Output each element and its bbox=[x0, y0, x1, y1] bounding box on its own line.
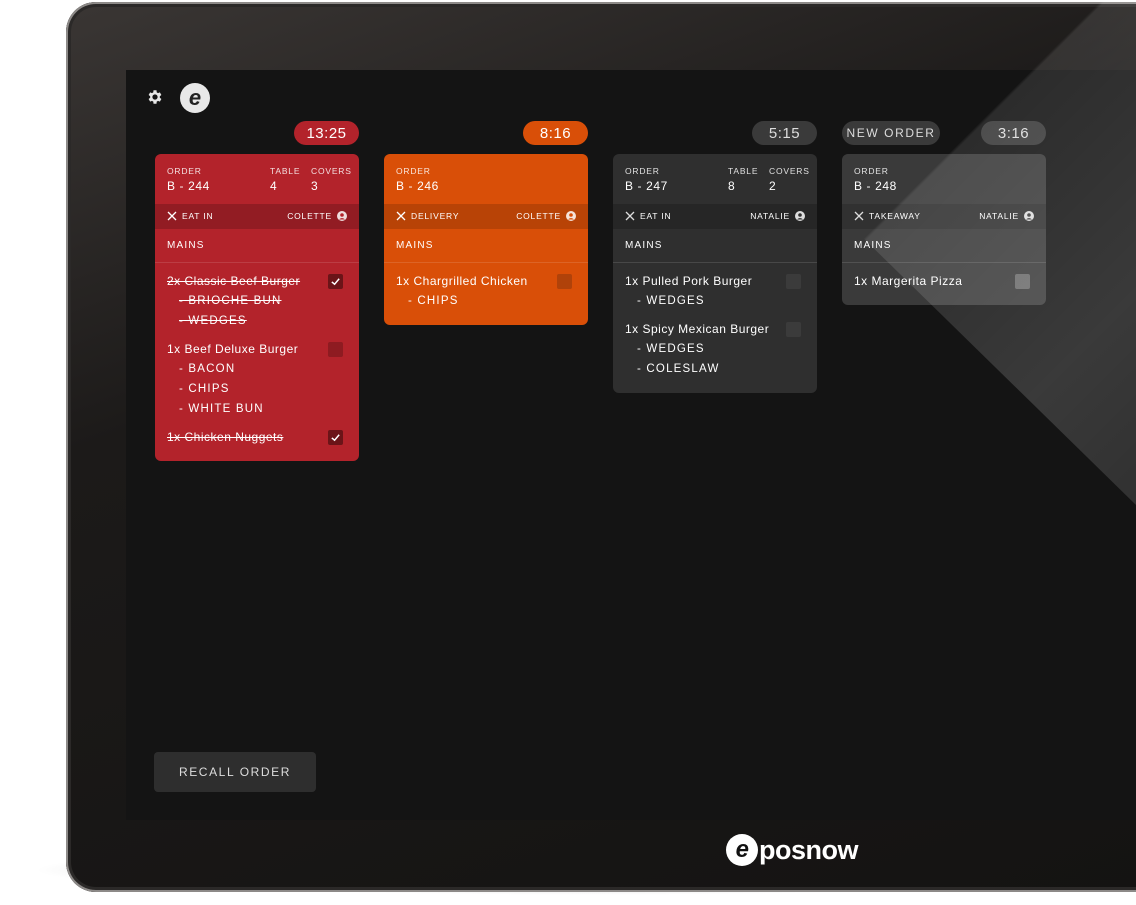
course-section: MAINS bbox=[155, 229, 359, 263]
item-modifier: - WEDGES bbox=[637, 343, 705, 355]
course-section: MAINS bbox=[613, 229, 817, 263]
item-checkbox[interactable] bbox=[786, 322, 801, 337]
item-modifier: - COLESLAW bbox=[637, 363, 720, 375]
table-number: 4 bbox=[270, 179, 278, 193]
eposnow-brand-logo: e posnow bbox=[726, 832, 859, 868]
gear-icon[interactable] bbox=[146, 88, 164, 106]
order-card-header: ORDER B - 248 bbox=[842, 154, 1046, 204]
course-section: MAINS bbox=[384, 229, 588, 263]
recall-order-button[interactable]: RECALL ORDER bbox=[154, 752, 316, 792]
item-modifier: - CHIPS bbox=[179, 383, 230, 395]
brand-e-circle: e bbox=[726, 834, 758, 866]
server-name: COLETTE bbox=[287, 211, 332, 221]
order-number: B - 247 bbox=[625, 179, 668, 193]
item-modifier: - WHITE BUN bbox=[179, 403, 264, 415]
item-name: 1x Chicken Nuggets bbox=[167, 430, 284, 444]
item-modifier: - WEDGES bbox=[179, 315, 247, 327]
covers-count: 2 bbox=[769, 179, 777, 193]
order-card[interactable]: ORDER B - 244 TABLE 4 COVERS 3 EAT IN CO… bbox=[155, 154, 359, 461]
server-name: COLETTE bbox=[516, 211, 561, 221]
order-type: EAT IN bbox=[640, 211, 672, 221]
order-timer: 13:25 bbox=[294, 121, 359, 145]
order-item[interactable]: 1x Pulled Pork Burger - WEDGES bbox=[625, 271, 805, 311]
table-label: TABLE bbox=[728, 166, 759, 176]
item-modifier: - WEDGES bbox=[637, 295, 705, 307]
order-card-header: ORDER B - 247 TABLE 8 COVERS 2 bbox=[613, 154, 817, 204]
logo-badge-letter: e bbox=[188, 85, 202, 110]
table-number: 8 bbox=[728, 179, 736, 193]
order-label: ORDER bbox=[854, 166, 889, 176]
order-type: DELIVERY bbox=[411, 211, 460, 221]
order-item[interactable]: 1x Spicy Mexican Burger - WEDGES - COLES… bbox=[625, 319, 805, 379]
order-card-header: ORDER B - 246 bbox=[384, 154, 588, 204]
brand-wordmark: posnow bbox=[759, 834, 859, 865]
item-name: 1x Pulled Pork Burger bbox=[625, 274, 753, 288]
item-modifier: - CHIPS bbox=[408, 295, 459, 307]
item-name: 2x Classic Beef Burger bbox=[167, 274, 301, 288]
order-card[interactable]: ORDER B - 246 DELIVERY COLETTE MAINS 1x … bbox=[384, 154, 588, 325]
order-timer: 8:16 bbox=[523, 121, 588, 145]
order-label: ORDER bbox=[625, 166, 660, 176]
server-name: NATALIE bbox=[979, 211, 1019, 221]
order-item[interactable]: 1x Chargrilled Chicken - CHIPS bbox=[396, 271, 576, 311]
order-number: B - 248 bbox=[854, 179, 897, 193]
check-icon bbox=[331, 434, 340, 442]
cutlery-icon bbox=[854, 211, 864, 221]
item-checkbox[interactable] bbox=[1015, 274, 1030, 289]
table-label: TABLE bbox=[270, 166, 301, 176]
cutlery-icon bbox=[625, 211, 635, 221]
order-number: B - 244 bbox=[167, 179, 210, 193]
server-name: NATALIE bbox=[750, 211, 790, 221]
order-timer: 5:15 bbox=[752, 121, 817, 145]
order-item[interactable]: 2x Classic Beef Burger - BRIOCHE BUN - W… bbox=[167, 271, 347, 331]
item-name: 1x Margerita Pizza bbox=[854, 274, 963, 288]
item-modifier: - BACON bbox=[179, 363, 236, 375]
covers-label: COVERS bbox=[311, 166, 352, 176]
user-icon bbox=[566, 211, 576, 221]
order-item[interactable]: 1x Margerita Pizza bbox=[854, 271, 1034, 291]
eposnow-logo-icon[interactable]: e bbox=[180, 83, 210, 113]
order-label: ORDER bbox=[167, 166, 202, 176]
order-type-bar: TAKEAWAY NATALIE bbox=[842, 204, 1046, 229]
item-name: 1x Chargrilled Chicken bbox=[396, 274, 528, 288]
covers-count: 3 bbox=[311, 179, 319, 193]
covers-label: COVERS bbox=[769, 166, 810, 176]
item-checkbox[interactable] bbox=[557, 274, 572, 289]
order-timer: 3:16 bbox=[981, 121, 1046, 145]
order-number: B - 246 bbox=[396, 179, 439, 193]
order-item[interactable]: 1x Beef Deluxe Burger - BACON - CHIPS - … bbox=[167, 339, 347, 419]
check-icon bbox=[331, 278, 340, 286]
item-name: 1x Beef Deluxe Burger bbox=[167, 342, 299, 356]
cutlery-icon bbox=[167, 211, 177, 221]
order-type-bar: EAT IN NATALIE bbox=[613, 204, 817, 229]
order-card[interactable]: ORDER B - 248 TAKEAWAY NATALIE MAINS 1x … bbox=[842, 154, 1046, 305]
user-icon bbox=[795, 211, 805, 221]
order-card-header: ORDER B - 244 TABLE 4 COVERS 3 bbox=[155, 154, 359, 204]
order-type: TAKEAWAY bbox=[869, 211, 921, 221]
order-type-bar: DELIVERY COLETTE bbox=[384, 204, 588, 229]
order-item[interactable]: 1x Chicken Nuggets bbox=[167, 427, 347, 447]
user-icon bbox=[337, 211, 347, 221]
order-type: EAT IN bbox=[182, 211, 214, 221]
order-type-bar: EAT IN COLETTE bbox=[155, 204, 359, 229]
item-modifier: - BRIOCHE BUN bbox=[179, 295, 282, 307]
item-checkbox[interactable] bbox=[328, 342, 343, 357]
new-order-badge: NEW ORDER bbox=[842, 121, 940, 145]
order-label: ORDER bbox=[396, 166, 431, 176]
item-checkbox[interactable] bbox=[328, 274, 343, 289]
order-card[interactable]: ORDER B - 247 TABLE 8 COVERS 2 EAT IN NA… bbox=[613, 154, 817, 393]
item-name: 1x Spicy Mexican Burger bbox=[625, 322, 770, 336]
item-checkbox[interactable] bbox=[786, 274, 801, 289]
course-section: MAINS bbox=[842, 229, 1046, 263]
user-icon bbox=[1024, 211, 1034, 221]
cutlery-icon bbox=[396, 211, 406, 221]
item-checkbox[interactable] bbox=[328, 430, 343, 445]
